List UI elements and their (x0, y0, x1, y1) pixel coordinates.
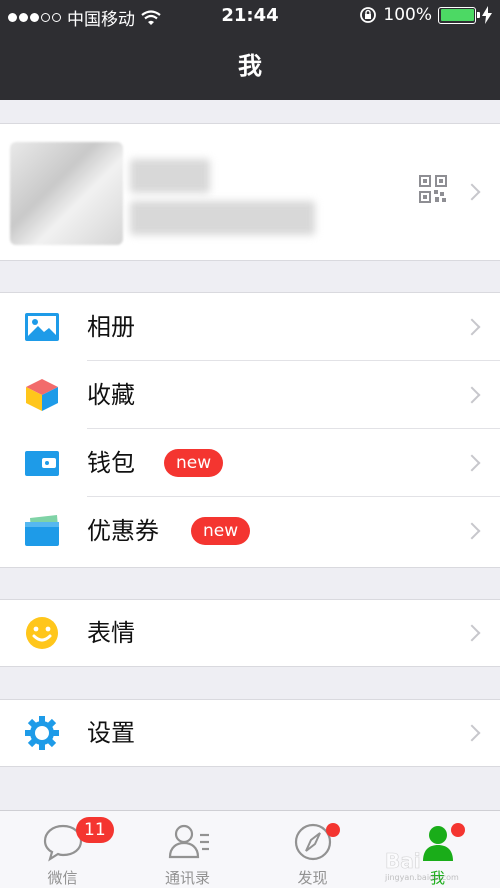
tab-label: 通讯录 (164, 869, 210, 887)
baidu-watermark-logo: Bai jingyan.baidu.com (384, 849, 459, 882)
menu-group-main: 相册 收藏 钱包 new 优惠券 new (0, 292, 500, 568)
qr-code-icon[interactable] (419, 175, 447, 203)
tab-chats[interactable]: 11 微信 (0, 811, 125, 888)
menu-group-stickers: 表情 (0, 599, 500, 667)
svg-text:jingyan.baidu.com: jingyan.baidu.com (384, 873, 459, 882)
avatar[interactable] (10, 142, 123, 245)
status-right: 100% (359, 5, 492, 25)
album-icon (25, 313, 59, 341)
unread-count-badge: 11 (76, 817, 114, 843)
rotation-lock-icon (360, 7, 377, 23)
tab-label: 微信 (47, 869, 78, 887)
new-badge: new (164, 449, 224, 477)
coupon-card-icon (25, 515, 59, 546)
menu-item-album[interactable]: 相册 (0, 293, 500, 361)
favorites-cube-icon (26, 379, 58, 411)
menu-item-label: 表情 (87, 619, 135, 647)
menu-item-label: 相册 (87, 313, 135, 341)
notification-dot (451, 823, 465, 837)
nav-bar: 我 (0, 32, 500, 100)
menu-item-coupons[interactable]: 优惠券 new (0, 497, 500, 565)
chevron-right-icon (463, 386, 481, 404)
chevron-right-icon (463, 318, 481, 336)
svg-text:Bai: Bai (385, 849, 421, 873)
contacts-icon (168, 824, 209, 859)
menu-item-favorites[interactable]: 收藏 (0, 361, 500, 429)
page-title: 我 (238, 52, 262, 80)
menu-item-label: 设置 (87, 719, 135, 747)
chevron-right-icon (463, 454, 481, 472)
chevron-right-icon (463, 624, 481, 642)
menu-group-settings: 设置 (0, 699, 500, 767)
tab-discover[interactable]: 发现 (250, 811, 375, 888)
blurred-nickname (130, 159, 210, 193)
tab-contacts[interactable]: 通讯录 (125, 811, 250, 888)
wallet-icon (25, 451, 59, 476)
battery-icon (438, 6, 480, 24)
menu-item-stickers[interactable]: 表情 (0, 600, 500, 666)
tab-label: 发现 (297, 869, 328, 887)
chevron-right-icon (463, 724, 481, 742)
menu-item-label: 钱包 (87, 449, 135, 477)
charging-icon (482, 6, 492, 24)
menu-item-label: 收藏 (87, 381, 135, 409)
status-bar: 中国移动 21:44 100% (0, 0, 500, 32)
gear-icon (25, 716, 59, 750)
notification-dot (326, 823, 340, 837)
blurred-wechat-id (130, 201, 315, 235)
menu-item-label: 优惠券 (87, 517, 159, 545)
smiley-icon (26, 617, 58, 649)
chevron-right-icon (463, 522, 481, 540)
new-badge: new (191, 517, 251, 545)
battery-percent: 100% (383, 5, 432, 25)
menu-item-wallet[interactable]: 钱包 new (0, 429, 500, 497)
menu-item-settings[interactable]: 设置 (0, 700, 500, 766)
